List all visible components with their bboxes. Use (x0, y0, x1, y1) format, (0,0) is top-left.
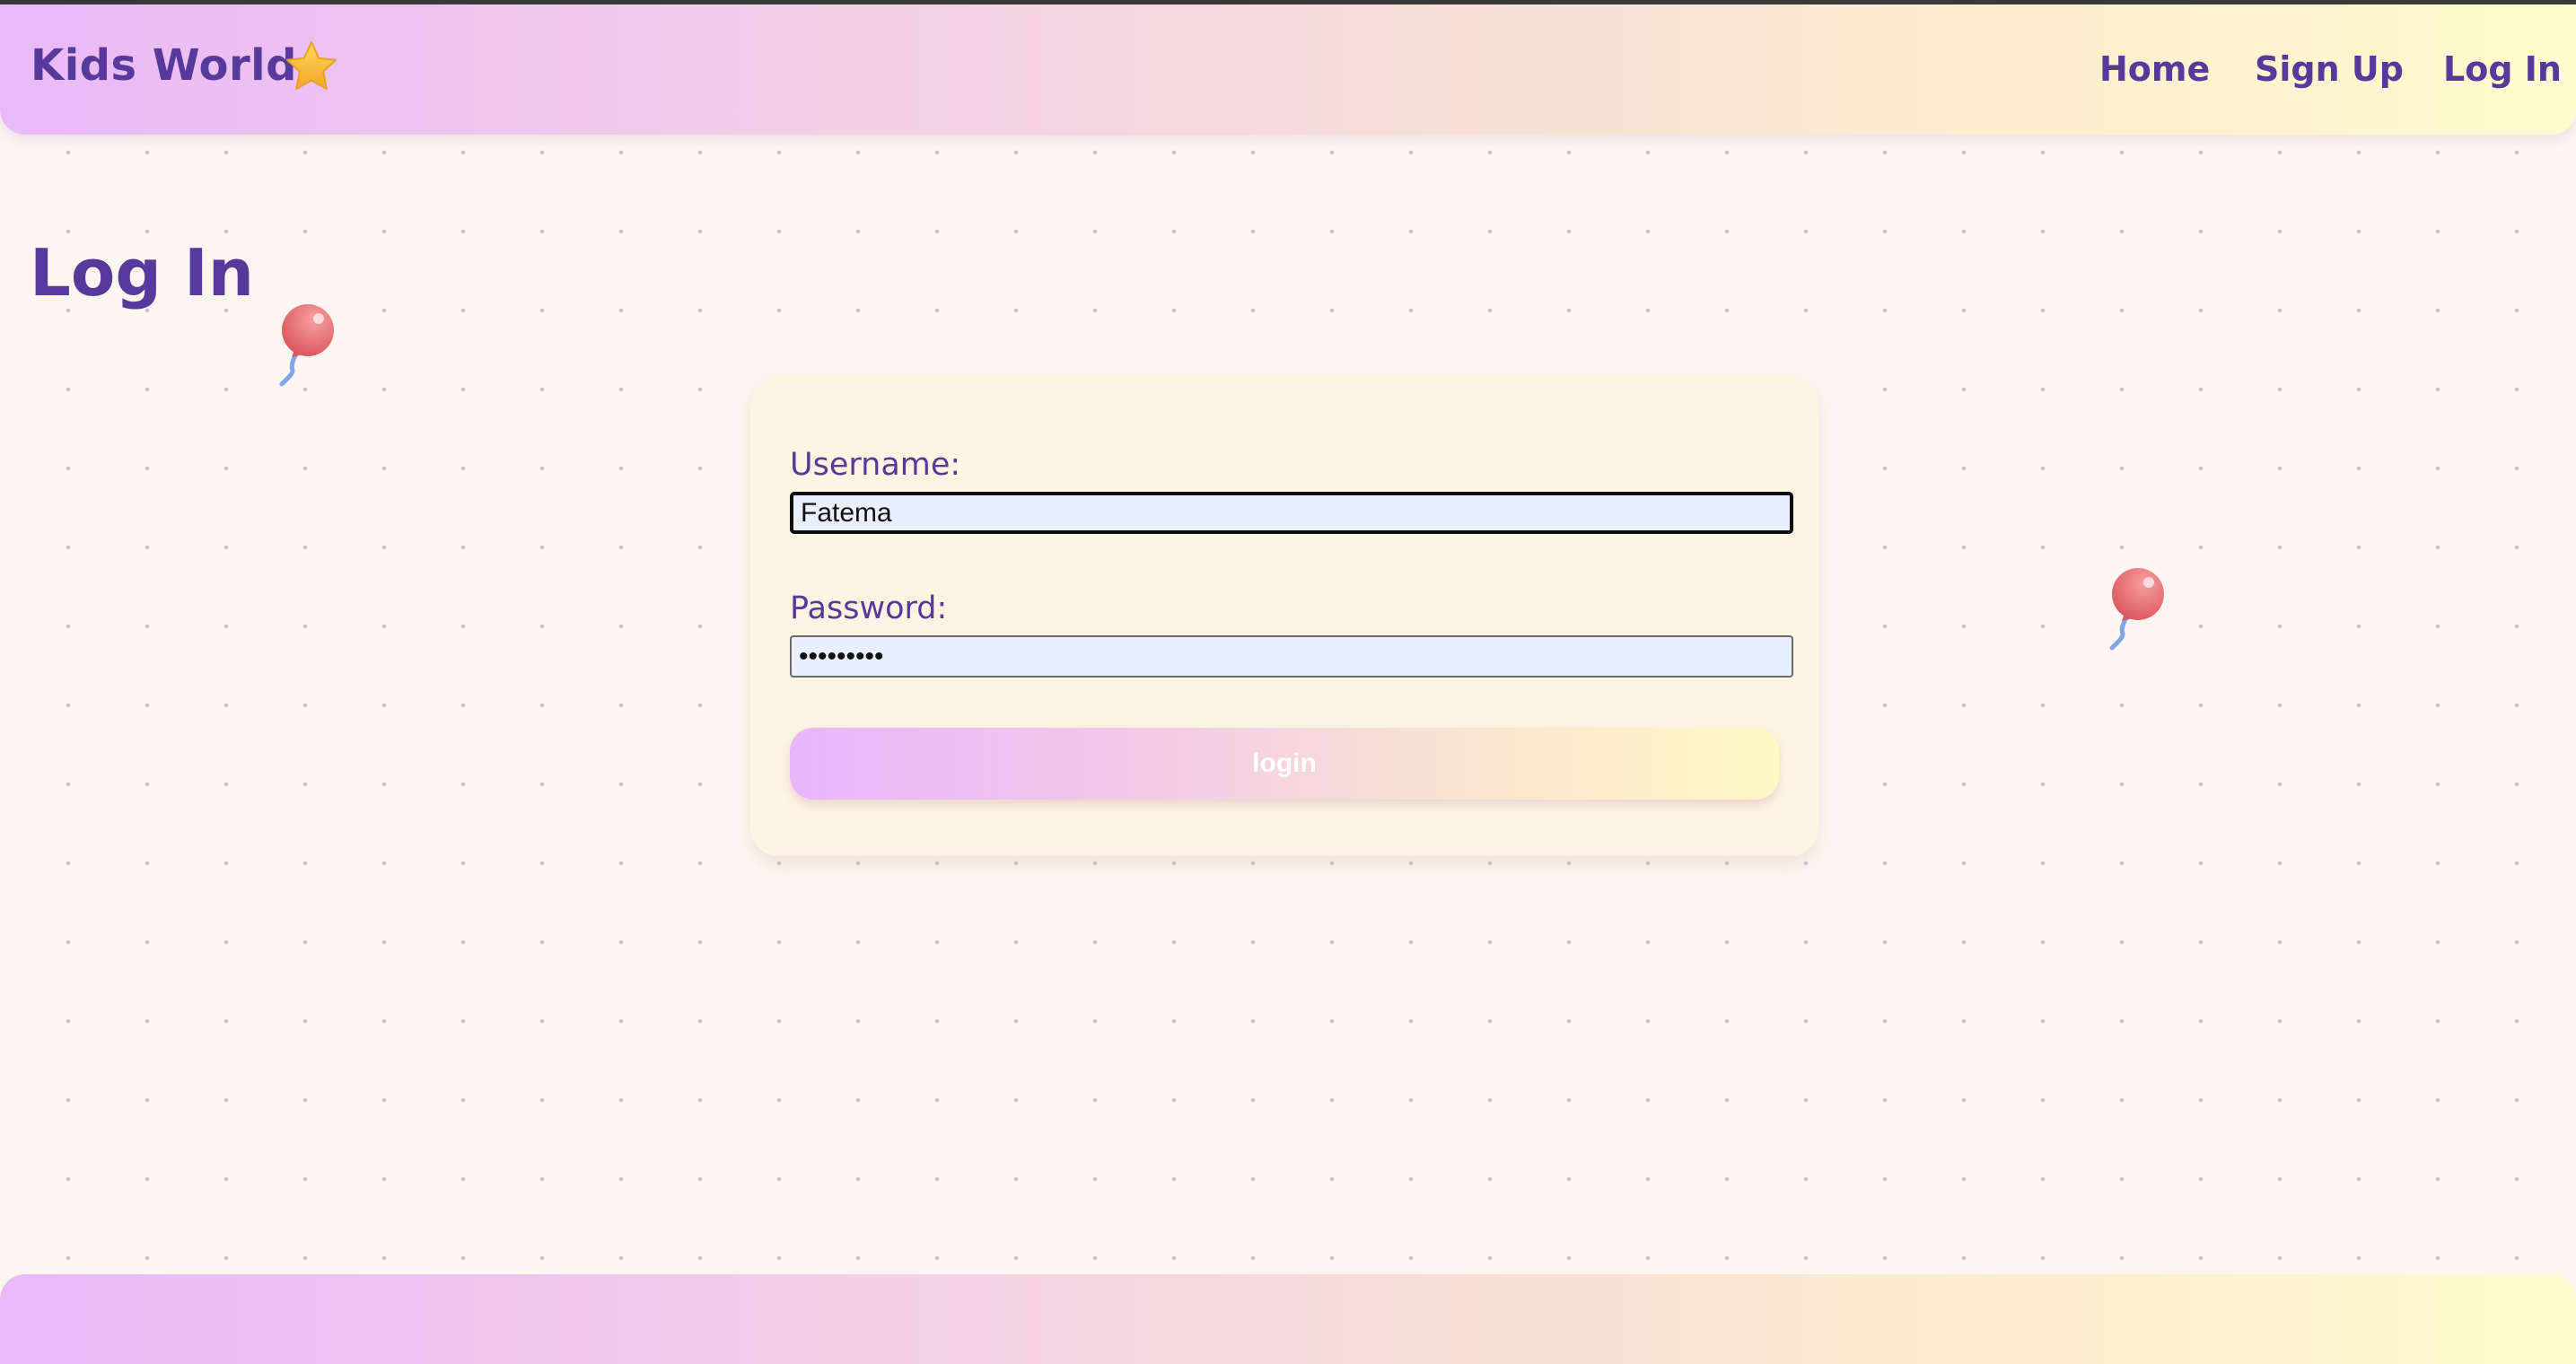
nav-signup-link[interactable]: Sign Up (2255, 49, 2404, 89)
site-header: Kids World Home Sign Up Log In (0, 4, 2576, 135)
balloon-icon (2109, 568, 2164, 651)
star-icon (285, 40, 337, 91)
login-form-card: Username: Password: login (750, 375, 1818, 856)
password-label: Password: (790, 590, 948, 626)
page-title: Log In (30, 235, 254, 310)
site-footer (0, 1274, 2576, 1364)
nav-login-link[interactable]: Log In (2443, 49, 2562, 89)
balloon-icon (279, 304, 334, 387)
nav-home-link[interactable]: Home (2099, 49, 2210, 89)
username-input[interactable] (790, 492, 1793, 534)
brand-name[interactable]: Kids World (31, 40, 297, 91)
login-button[interactable]: login (790, 728, 1779, 800)
password-input[interactable] (790, 635, 1793, 678)
username-label: Username: (790, 447, 961, 483)
